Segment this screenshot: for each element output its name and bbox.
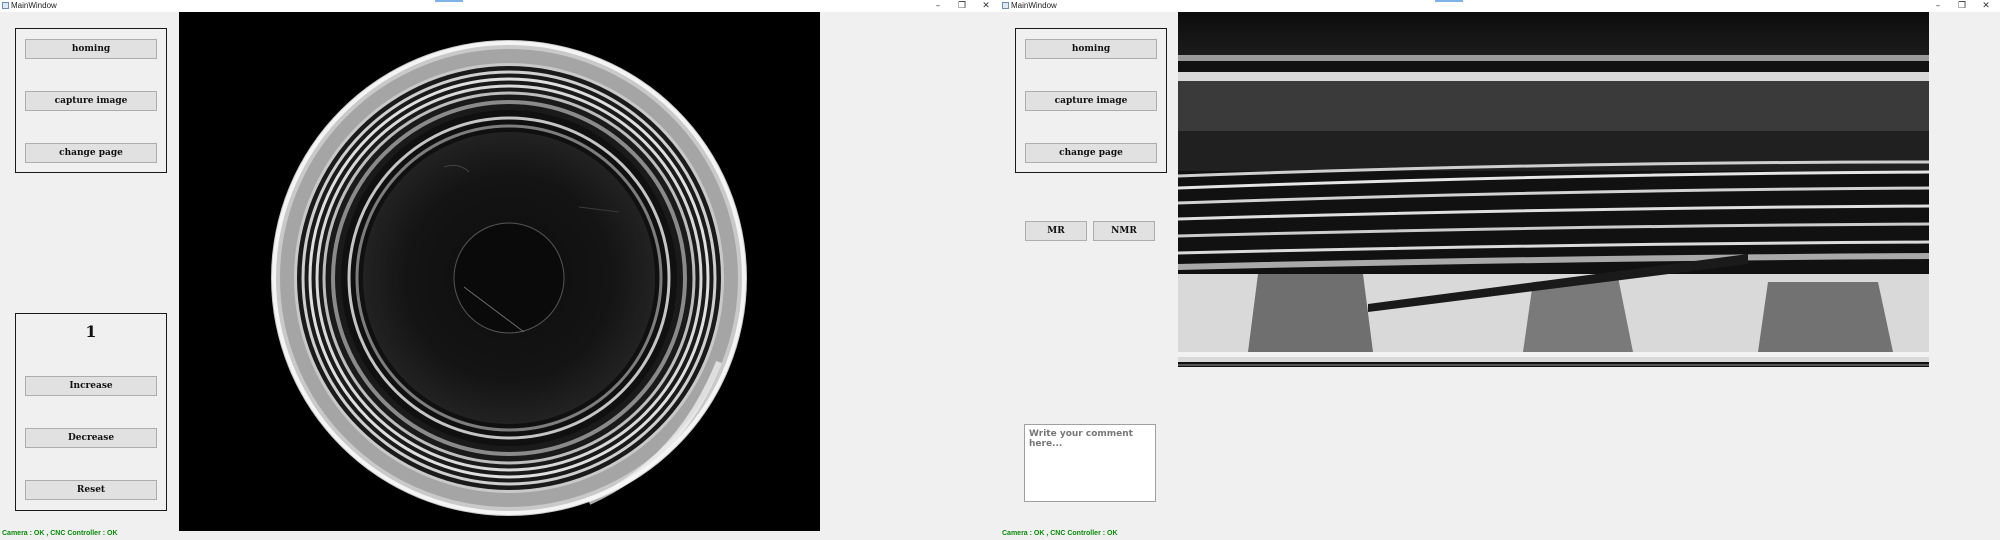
close-button[interactable]: ✕	[978, 0, 994, 12]
left-main-window: MainWindow – ❐ ✕ homing capture image ch…	[0, 0, 1000, 540]
restore-button[interactable]: ❐	[1954, 0, 1970, 12]
capture-image-button[interactable]: capture image	[25, 91, 157, 111]
title-accent	[1435, 0, 1463, 2]
app-icon	[2, 2, 9, 9]
right-title-bar: MainWindow – ❐ ✕	[1000, 0, 2000, 12]
left-title-bar: MainWindow – ❐ ✕	[0, 0, 1000, 12]
app-icon	[1002, 2, 1009, 9]
minimize-button[interactable]: –	[930, 0, 946, 12]
right-main-window: MainWindow – ❐ ✕ homing capture image ch…	[1000, 0, 2000, 540]
homing-button[interactable]: homing	[25, 39, 157, 59]
increase-button[interactable]: Increase	[25, 376, 157, 396]
window-title: MainWindow	[1011, 1, 1057, 10]
change-page-button[interactable]: change page	[25, 143, 157, 163]
counter-value: 1	[85, 322, 97, 341]
control-panel: homing capture image change page	[15, 28, 167, 173]
control-panel: homing capture image change page	[1015, 28, 1167, 173]
title-accent	[435, 0, 463, 2]
minimize-button[interactable]: –	[1930, 0, 1946, 12]
bearing-ring-image	[271, 40, 747, 516]
window-title: MainWindow	[11, 1, 57, 10]
unwrapped-ring-image	[1178, 12, 1929, 367]
comment-textarea[interactable]	[1024, 424, 1156, 502]
reset-button[interactable]: Reset	[25, 480, 157, 500]
status-bar: Camera : OK , CNC Controller : OK	[1002, 530, 1118, 537]
mr-button[interactable]: MR	[1025, 221, 1087, 241]
close-button[interactable]: ✕	[1978, 0, 1994, 12]
capture-image-button[interactable]: capture image	[1025, 91, 1157, 111]
decrease-button[interactable]: Decrease	[25, 428, 157, 448]
nmr-button[interactable]: NMR	[1093, 221, 1155, 241]
counter-panel: 1 Increase Decrease Reset	[15, 313, 167, 511]
status-bar: Camera : OK , CNC Controller : OK	[2, 530, 118, 537]
camera-image-view	[179, 12, 820, 531]
restore-button[interactable]: ❐	[954, 0, 970, 12]
unwrapped-image-view	[1178, 12, 1929, 368]
change-page-button[interactable]: change page	[1025, 143, 1157, 163]
homing-button[interactable]: homing	[1025, 39, 1157, 59]
